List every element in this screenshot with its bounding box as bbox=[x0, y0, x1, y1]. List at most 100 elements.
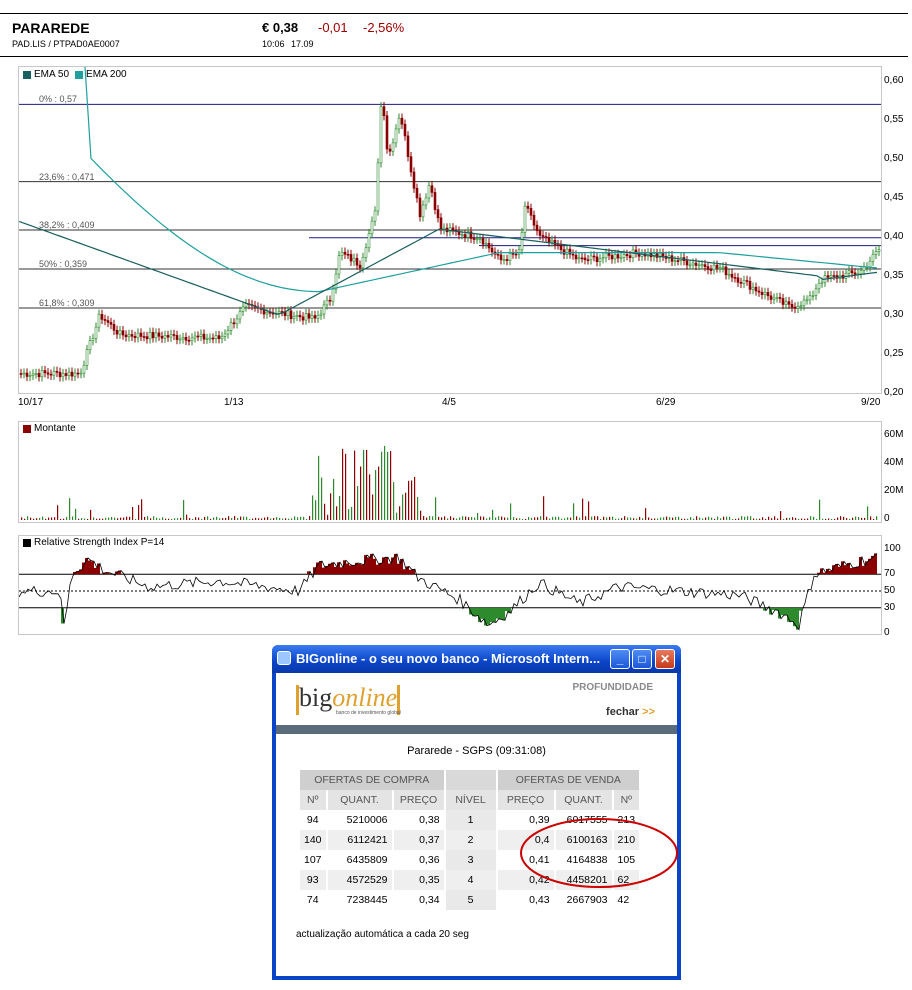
volume-bar bbox=[381, 451, 383, 520]
candle bbox=[319, 313, 323, 316]
volume-bar bbox=[282, 518, 284, 520]
candle bbox=[82, 365, 86, 374]
volume-bar bbox=[102, 518, 104, 520]
volume-bar bbox=[222, 518, 224, 520]
volume-bar bbox=[720, 518, 722, 520]
volume-bar bbox=[603, 516, 605, 520]
volume-bar bbox=[129, 516, 131, 520]
cell: 0,37 bbox=[393, 830, 444, 850]
volume-bar bbox=[858, 516, 860, 520]
y-tick: 0,30 bbox=[884, 309, 904, 320]
volume-bar bbox=[252, 518, 254, 520]
volume-bar bbox=[486, 518, 488, 520]
volume-bar bbox=[561, 518, 563, 520]
candle bbox=[40, 370, 44, 378]
candle bbox=[763, 292, 767, 296]
cell: 140 bbox=[300, 830, 326, 850]
volume-bar bbox=[372, 494, 374, 520]
volume-bar bbox=[120, 517, 122, 520]
volume-bar bbox=[465, 516, 467, 520]
volume-bar bbox=[753, 518, 755, 520]
volume-bar bbox=[573, 503, 575, 520]
rsi-oversold-fill bbox=[481, 607, 484, 619]
volume-bar bbox=[546, 516, 548, 520]
candle bbox=[724, 266, 728, 276]
fechar-arrow-icon: >> bbox=[642, 706, 655, 718]
candle bbox=[169, 334, 173, 338]
candle bbox=[109, 322, 113, 325]
candle bbox=[241, 306, 245, 312]
volume-bar bbox=[171, 518, 173, 520]
candle bbox=[781, 298, 785, 305]
volume-bar bbox=[366, 449, 368, 520]
candle bbox=[874, 251, 878, 255]
montante-swatch bbox=[23, 424, 31, 433]
volume-bar bbox=[489, 517, 491, 520]
candle bbox=[721, 266, 725, 269]
candle bbox=[88, 340, 92, 350]
x-tick: 9/20 bbox=[861, 397, 881, 408]
volume-bar bbox=[450, 516, 452, 520]
cell: 0,38 bbox=[393, 810, 444, 830]
volume-bar bbox=[321, 477, 323, 520]
volume-bar bbox=[660, 517, 662, 520]
volume-bar bbox=[642, 518, 644, 520]
volume-bar bbox=[531, 517, 533, 520]
rsi-oversold-fill bbox=[499, 607, 502, 620]
volume-chart: Montante bbox=[18, 421, 882, 523]
candle bbox=[157, 332, 161, 337]
volume-bar bbox=[423, 516, 425, 520]
candle bbox=[625, 254, 629, 257]
maximize-button[interactable]: □ bbox=[632, 649, 652, 669]
volume-bar bbox=[588, 501, 590, 520]
candle bbox=[691, 262, 695, 266]
candle bbox=[754, 286, 758, 292]
candle bbox=[511, 253, 515, 255]
rsi-oversold-fill bbox=[505, 607, 508, 612]
volume-bar bbox=[291, 518, 293, 520]
volume-bar bbox=[318, 455, 320, 520]
volume-bar bbox=[810, 516, 812, 520]
volume-bar bbox=[354, 450, 356, 520]
minimize-button[interactable]: _ bbox=[610, 649, 630, 669]
ie-icon bbox=[277, 651, 291, 665]
volume-bar bbox=[822, 518, 824, 520]
candle bbox=[373, 210, 377, 222]
volume-bar bbox=[678, 516, 680, 520]
volume-bar bbox=[876, 516, 878, 520]
close-button[interactable]: ✕ bbox=[655, 649, 675, 669]
volume-bar bbox=[705, 517, 707, 520]
ema50-line bbox=[19, 220, 878, 315]
volume-bar bbox=[243, 516, 245, 520]
candle bbox=[484, 242, 488, 245]
rsi-overbought-fill bbox=[349, 565, 352, 575]
rsi-overbought-fill bbox=[838, 566, 841, 575]
level-header-spacer bbox=[445, 770, 496, 790]
rsi-oversold-fill bbox=[787, 607, 790, 622]
volume-bar bbox=[543, 496, 545, 520]
candle bbox=[514, 253, 518, 256]
volume-bar bbox=[105, 517, 107, 520]
candle bbox=[487, 242, 491, 249]
rsi-overbought-fill bbox=[388, 563, 391, 575]
candle bbox=[61, 373, 65, 378]
volume-bar bbox=[444, 516, 446, 520]
legend-rsi: Relative Strength Index P=14 bbox=[34, 537, 165, 548]
candle bbox=[70, 371, 74, 377]
ema200-swatch bbox=[75, 70, 84, 79]
fechar-label[interactable]: fechar bbox=[606, 706, 639, 718]
rsi-oversold-fill bbox=[490, 607, 493, 623]
candle bbox=[358, 264, 362, 269]
rsi-oversold-fill bbox=[496, 607, 499, 619]
volume-bar bbox=[357, 486, 359, 520]
volume-bar bbox=[45, 518, 47, 520]
candle bbox=[211, 337, 215, 340]
candle bbox=[610, 255, 614, 260]
candle bbox=[430, 185, 434, 193]
candle bbox=[307, 313, 311, 319]
candle bbox=[718, 267, 722, 270]
fechar-link[interactable]: fechar >> bbox=[606, 706, 655, 718]
cell: 0,35 bbox=[393, 870, 444, 890]
window-titlebar[interactable]: BIGonline - o seu novo banco - Microsoft… bbox=[272, 645, 681, 673]
candle bbox=[586, 259, 590, 262]
